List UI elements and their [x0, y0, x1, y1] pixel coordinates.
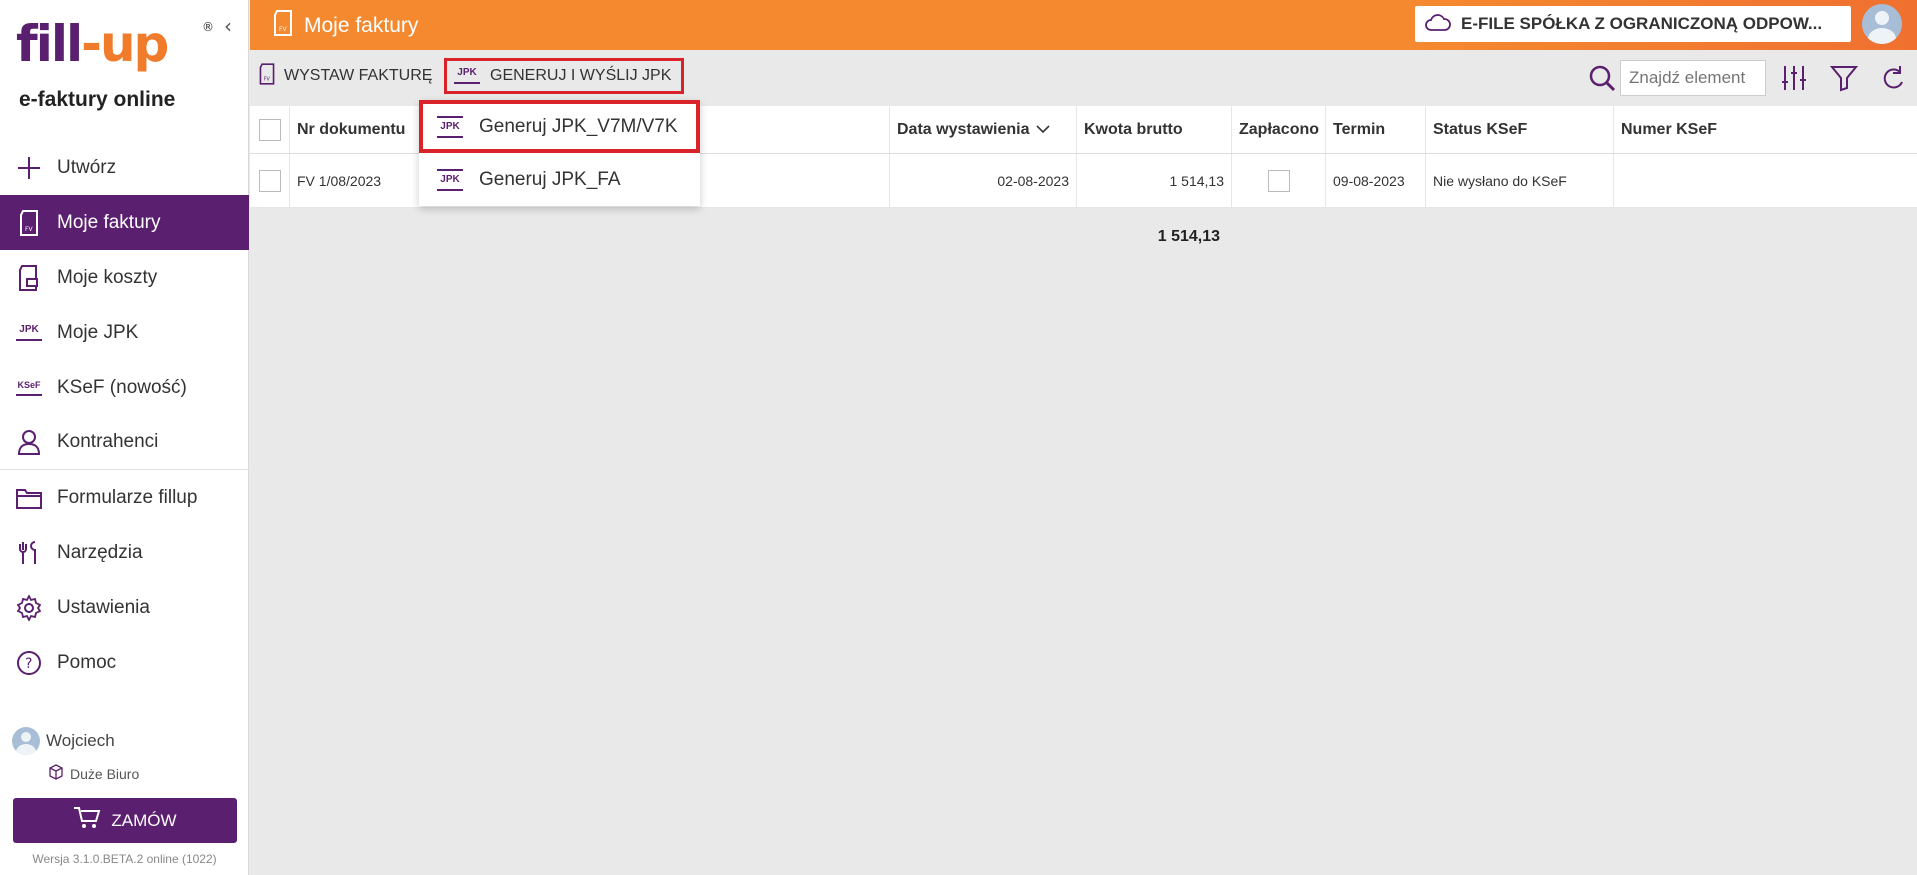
- cloud-icon: [1425, 13, 1451, 36]
- svg-text:FV: FV: [264, 76, 271, 82]
- sidebar-item-label: Moje koszty: [57, 266, 158, 288]
- row-select-cell: [250, 154, 290, 207]
- help-icon: ?: [14, 648, 44, 678]
- version-text: Wersja 3.1.0.BETA.2 online (1022): [32, 852, 217, 866]
- paid-checkbox[interactable]: [1267, 169, 1290, 192]
- plus-icon: [14, 153, 44, 183]
- select-all-checkbox[interactable]: [258, 118, 281, 141]
- sidebar-item-moje-koszty[interactable]: Moje koszty: [0, 250, 249, 305]
- plan-info: Duże Biuro: [48, 764, 139, 783]
- plan-name: Duże Biuro: [70, 765, 140, 782]
- sidebar-item-formularze[interactable]: Formularze fillup: [0, 470, 249, 525]
- sidebar-item-moje-jpk[interactable]: JPK Moje JPK: [0, 305, 249, 360]
- person-icon: [14, 427, 44, 457]
- column-header-kwota[interactable]: Kwota brutto: [1077, 106, 1232, 153]
- sidebar-item-kontrahenci[interactable]: Kontrahenci: [0, 415, 249, 470]
- column-header-zaplacono[interactable]: Zapłacono: [1232, 106, 1326, 153]
- toolbar: FV WYSTAW FAKTURĘ JPK GENERUJ I WYŚLIJ J…: [250, 52, 1917, 104]
- page-title-text: Moje faktury: [304, 14, 419, 37]
- sidebar-item-label: KSeF (nowość): [57, 376, 187, 398]
- menu-item-label: Generuj JPK_FA: [479, 168, 621, 190]
- sidebar-item-narzedzia[interactable]: Narzędzia: [0, 525, 249, 580]
- company-name: E-FILE SPÓŁKA Z OGRANICZONĄ ODPOW...: [1461, 14, 1823, 33]
- sidebar-nav: Utwórz FV Moje faktury Moje koszty JPK M…: [0, 140, 249, 690]
- jpk-icon: JPK: [435, 168, 465, 191]
- column-header-numer[interactable]: Numer KSeF: [1614, 106, 1917, 153]
- generate-jpk-button[interactable]: JPK GENERUJ I WYŚLIJ JPK: [444, 58, 685, 94]
- gear-icon: [14, 593, 44, 623]
- sidebar-item-label: Kontrahenci: [57, 431, 159, 452]
- company-selector[interactable]: E-FILE SPÓŁKA Z OGRANICZONĄ ODPOW...: [1415, 6, 1851, 42]
- total-amount: 1 514,13: [1157, 228, 1220, 245]
- cell-zaplacono: [1232, 154, 1326, 207]
- sidebar-item-moje-faktury[interactable]: FV Moje faktury: [0, 195, 249, 250]
- invoice-icon: FV: [14, 208, 44, 238]
- column-header-termin[interactable]: Termin: [1326, 106, 1426, 153]
- jpk-icon: JPK: [14, 318, 44, 348]
- costs-icon: [14, 263, 44, 293]
- user-avatar[interactable]: [1862, 4, 1902, 44]
- invoice-icon: FV: [272, 10, 294, 42]
- jpk-icon: JPK: [435, 115, 465, 138]
- sidebar-item-label: Utwórz: [57, 156, 117, 178]
- sidebar: fill-up ® ‹ e-faktury online Utwórz FV M…: [0, 0, 249, 875]
- registered-mark: ®: [202, 20, 214, 34]
- issue-invoice-label: WYSTAW FAKTURĘ: [284, 67, 433, 84]
- sidebar-item-pomoc[interactable]: ? Pomoc: [0, 635, 249, 690]
- cell-data: 02-08-2023: [890, 154, 1077, 207]
- sidebar-item-label: Moje JPK: [57, 321, 139, 343]
- sidebar-item-label: Ustawienia: [57, 596, 150, 618]
- chevron-down-icon: [1035, 121, 1050, 139]
- column-header-status[interactable]: Status KSeF: [1426, 106, 1614, 153]
- cell-kwota: 1 514,13: [1077, 154, 1232, 207]
- svg-text:FV: FV: [279, 26, 287, 33]
- filter-icon[interactable]: [1829, 64, 1860, 94]
- sidebar-item-label: Formularze fillup: [57, 486, 198, 508]
- jpk-icon: JPK: [452, 68, 482, 84]
- cart-icon: [73, 806, 101, 835]
- issue-invoice-button[interactable]: FV WYSTAW FAKTURĘ: [258, 60, 432, 92]
- user-info[interactable]: Wojciech: [12, 727, 115, 755]
- svg-text:FV: FV: [25, 226, 33, 233]
- sidebar-item-utworz[interactable]: Utwórz: [0, 140, 249, 195]
- sidebar-item-ksef[interactable]: KSeF KSeF (nowość): [0, 360, 249, 415]
- sidebar-item-label: Narzędzia: [57, 541, 143, 563]
- sidebar-item-label: Moje faktury: [57, 211, 161, 233]
- select-all-cell: [250, 106, 290, 153]
- refresh-icon[interactable]: [1880, 64, 1910, 94]
- order-label: ZAMÓW: [111, 810, 177, 830]
- app-subtitle: e-faktury online: [19, 88, 176, 111]
- columns-settings-icon[interactable]: [1780, 64, 1810, 94]
- menu-item-generate-jpk-v7[interactable]: JPK Generuj JPK_V7M/V7K: [419, 100, 700, 153]
- generate-jpk-label: GENERUJ I WYŚLIJ JPK: [490, 67, 672, 84]
- ksef-icon: KSeF: [14, 373, 44, 403]
- menu-item-generate-jpk-fa[interactable]: JPK Generuj JPK_FA: [419, 153, 700, 206]
- menu-item-label: Generuj JPK_V7M/V7K: [479, 115, 678, 137]
- top-header: FV Moje faktury E-FILE SPÓŁKA Z OGRANICZ…: [250, 0, 1917, 50]
- tools-icon: [14, 538, 44, 568]
- collapse-sidebar-icon[interactable]: ‹: [224, 14, 232, 38]
- avatar: [12, 727, 40, 755]
- page-title: FV Moje faktury: [272, 10, 418, 42]
- sidebar-item-label: Pomoc: [57, 651, 117, 673]
- column-header-label: Data wystawienia: [897, 120, 1030, 138]
- svg-text:?: ?: [25, 656, 32, 672]
- search-input[interactable]: [1620, 60, 1766, 96]
- cell-status: Nie wysłano do KSeF: [1426, 154, 1614, 207]
- sidebar-item-ustawienia[interactable]: Ustawienia: [0, 580, 249, 635]
- cube-icon: [48, 764, 64, 783]
- search-icon[interactable]: [1588, 64, 1616, 96]
- order-button[interactable]: ZAMÓW: [13, 798, 237, 843]
- jpk-dropdown-menu: JPK Generuj JPK_V7M/V7K JPK Generuj JPK_…: [419, 100, 700, 206]
- cell-termin: 09-08-2023: [1326, 154, 1426, 207]
- invoice-icon: FV: [258, 62, 276, 90]
- user-name: Wojciech: [46, 731, 115, 750]
- folder-icon: [14, 483, 44, 513]
- fillup-logo[interactable]: fill-up ®: [16, 14, 214, 84]
- row-checkbox[interactable]: [258, 169, 281, 192]
- cell-numer: [1614, 154, 1917, 207]
- column-header-data[interactable]: Data wystawienia: [890, 106, 1077, 153]
